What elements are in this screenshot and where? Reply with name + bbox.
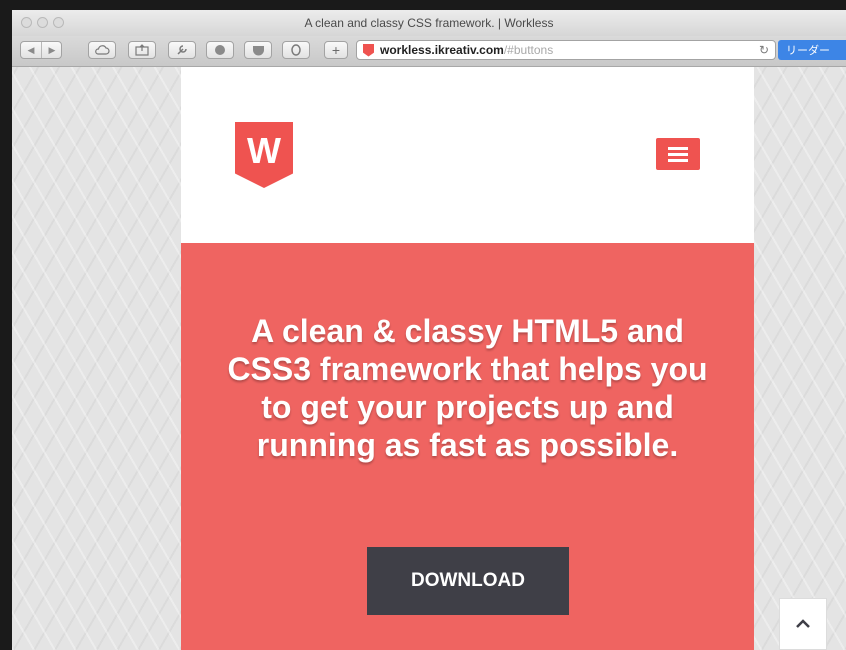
scroll-to-top-button[interactable] xyxy=(779,598,827,650)
share-icon xyxy=(135,44,149,56)
menu-button[interactable] xyxy=(656,138,700,170)
extension-button-3[interactable] xyxy=(282,41,310,59)
workless-page: W A clean & classy HTML5 and CSS3 framew… xyxy=(181,67,754,650)
extension-button-1[interactable] xyxy=(206,41,234,59)
site-favicon-icon xyxy=(363,43,374,57)
logo-letter: W xyxy=(247,130,281,171)
browser-toolbar: ◀ ▶ + workless.ikreativ.com/#buttons ↻ リ… xyxy=(12,36,846,67)
reader-button[interactable]: リーダー xyxy=(778,40,846,60)
tools-button[interactable] xyxy=(168,41,196,59)
hamburger-icon xyxy=(668,146,688,150)
url-host: workless.ikreativ.com xyxy=(380,43,504,57)
title-bar: A clean and classy CSS framework. | Work… xyxy=(12,10,846,36)
reload-icon[interactable]: ↻ xyxy=(759,43,769,57)
forward-icon[interactable]: ▶ xyxy=(41,42,62,58)
opera-icon xyxy=(291,44,301,56)
site-header: W xyxy=(181,67,754,243)
hamburger-icon xyxy=(668,152,688,156)
page-viewport: W A clean & classy HTML5 and CSS3 framew… xyxy=(12,67,846,650)
pocket-icon xyxy=(252,45,264,55)
back-forward-buttons: ◀ ▶ xyxy=(20,41,62,59)
cloud-icon xyxy=(95,45,110,55)
extension-button-2[interactable] xyxy=(244,41,272,59)
browser-window: A clean and classy CSS framework. | Work… xyxy=(12,10,846,650)
hero-section: A clean & classy HTML5 and CSS3 framewor… xyxy=(181,243,754,650)
hamburger-icon xyxy=(668,158,688,162)
new-tab-button[interactable]: + xyxy=(324,41,348,59)
chevron-up-icon xyxy=(796,619,810,628)
download-button[interactable]: DOWNLOAD xyxy=(367,547,569,615)
plus-icon: + xyxy=(331,42,341,58)
wrench-icon xyxy=(177,45,187,55)
url-path: /#buttons xyxy=(503,43,554,57)
globe-icon xyxy=(215,45,225,55)
icloud-tabs-button[interactable] xyxy=(88,41,116,59)
hero-headline: A clean & classy HTML5 and CSS3 framewor… xyxy=(227,313,708,463)
share-button[interactable] xyxy=(128,41,156,59)
address-bar[interactable]: workless.ikreativ.com/#buttons ↻ xyxy=(356,40,776,60)
workless-logo[interactable]: W xyxy=(235,122,293,188)
back-icon[interactable]: ◀ xyxy=(21,42,41,58)
window-title: A clean and classy CSS framework. | Work… xyxy=(304,16,554,30)
